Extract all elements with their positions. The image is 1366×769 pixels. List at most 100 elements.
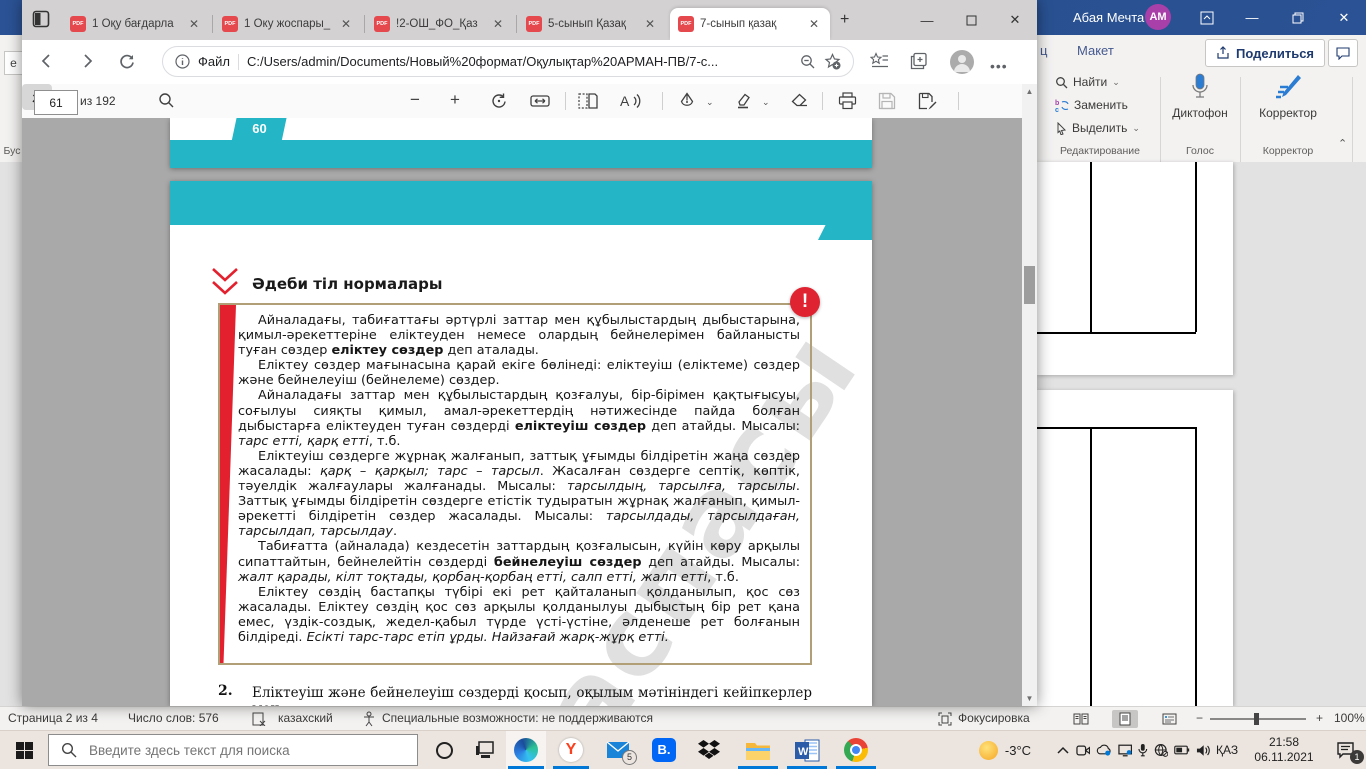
pdf-print-icon[interactable] [838, 92, 857, 110]
pdf-erase-icon[interactable] [790, 92, 809, 110]
language-indicator[interactable]: ҚАЗ [1216, 743, 1238, 757]
word-account-avatar[interactable]: АМ [1145, 4, 1171, 30]
chevron-down-icon[interactable]: ⌄ [706, 97, 714, 108]
cortana-button[interactable] [424, 731, 464, 769]
zoom-in-button[interactable]: + [1316, 711, 1323, 725]
zoom-slider-thumb[interactable] [1254, 713, 1259, 725]
word-editor-button[interactable]: Корректор [1252, 73, 1324, 120]
screen-share-icon[interactable] [1118, 744, 1132, 757]
status-zoom-level[interactable]: 100% [1334, 711, 1365, 725]
word-comments-button[interactable] [1328, 39, 1358, 67]
onedrive-icon[interactable] [1096, 744, 1112, 756]
status-word-count[interactable]: Число слов: 576 [128, 711, 219, 725]
tab-close-icon[interactable]: ✕ [806, 17, 822, 31]
collapse-ribbon-button[interactable]: ⌃ [1338, 137, 1347, 150]
edge-close-button[interactable]: ✕ [993, 0, 1037, 40]
status-page-count[interactable]: Страница 2 из 4 [8, 711, 98, 725]
tab-osh-fo-kaz[interactable]: PDF !2-ОШ_ФО_Қаз ✕ [366, 8, 514, 40]
tab-okyzhospary[interactable]: PDF 1 Оку жоспары_ ✕ [214, 8, 362, 40]
word-share-button[interactable]: Поделиться [1205, 39, 1326, 67]
refresh-icon[interactable] [118, 52, 136, 70]
word-close-button[interactable]: ✕ [1322, 0, 1366, 35]
forward-icon[interactable] [78, 52, 96, 70]
word-replace-button[interactable]: bc Заменить [1055, 98, 1128, 112]
pdf-page-input[interactable] [34, 90, 78, 115]
taskbar-yandex-button[interactable]: Y [551, 731, 591, 769]
word-restore-button[interactable] [1276, 0, 1320, 35]
collections-icon[interactable] [910, 52, 928, 70]
word-select-button[interactable]: Выделить ⌄ [1055, 121, 1140, 135]
taskbar-search-input[interactable] [87, 741, 391, 759]
scrollbar-thumb[interactable] [1024, 266, 1035, 304]
battery-icon[interactable] [1174, 745, 1190, 755]
edge-minimize-button[interactable]: — [905, 0, 949, 40]
tab-5-synyp[interactable]: PDF 5-сынып Қазақ ✕ [518, 8, 666, 40]
edge-maximize-button[interactable] [949, 0, 993, 40]
speaker-icon[interactable] [1196, 744, 1210, 757]
taskbar-vk-button[interactable]: B. [644, 731, 684, 769]
tab-7-synyp-active[interactable]: PDF 7-сынып қазақ ✕ [670, 8, 830, 40]
tab-close-icon[interactable]: ✕ [338, 17, 354, 31]
back-icon[interactable] [38, 52, 56, 70]
new-tab-button[interactable]: + [840, 12, 849, 28]
chevron-down-icon[interactable]: ⌄ [762, 97, 770, 108]
status-accessibility[interactable]: Специальные возможности: не поддерживают… [382, 711, 653, 725]
proofing-icon[interactable] [252, 712, 266, 726]
network-globe-icon[interactable] [1154, 743, 1169, 757]
pdf-content-area[interactable]: 60 ПВ баспасы Әдеби тіл нормалары Айнала… [22, 118, 1037, 706]
pdf-fit-width-icon[interactable] [530, 92, 550, 110]
action-center-button[interactable]: 1 [1326, 731, 1366, 769]
pdf-page-view-icon[interactable] [578, 92, 598, 110]
zoom-out-button[interactable]: − [1196, 711, 1203, 725]
word-minimize-button[interactable]: — [1230, 0, 1274, 35]
profile-avatar[interactable] [950, 50, 974, 74]
pdf-scrollbar[interactable]: ▲ ▼ [1022, 84, 1037, 706]
taskbar-mail-button[interactable]: 5 [596, 731, 640, 769]
status-focus[interactable]: Фокусировка [958, 711, 1030, 725]
word-ribbon-display-options-button[interactable] [1185, 0, 1229, 35]
scroll-down-icon[interactable]: ▼ [1022, 691, 1037, 706]
taskbar-word-button[interactable]: W [785, 731, 829, 769]
view-print-layout-button[interactable] [1112, 710, 1138, 728]
tab-close-icon[interactable]: ✕ [642, 17, 658, 31]
clock[interactable]: 21:58 06.11.2021 [1252, 735, 1316, 765]
zoom-slider[interactable] [1210, 713, 1306, 725]
taskbar-chrome-button[interactable] [834, 731, 878, 769]
settings-menu-icon[interactable]: ••• [990, 58, 1008, 74]
pdf-zoom-in-button[interactable]: + [450, 90, 460, 110]
word-find-button[interactable]: Найти ⌄ [1055, 75, 1120, 89]
scroll-up-icon[interactable]: ▲ [1022, 84, 1037, 99]
tray-expand-button[interactable] [1052, 731, 1074, 769]
microphone-tray-icon[interactable] [1138, 743, 1148, 757]
taskbar-weather[interactable]: -3°C [960, 731, 1050, 769]
vertical-tabs-button[interactable] [32, 10, 50, 28]
word-account-name[interactable]: Абая Мечта [1073, 0, 1144, 35]
favorites-bar-icon[interactable] [870, 52, 889, 70]
pdf-read-aloud-icon[interactable]: A [620, 92, 642, 110]
word-tab-fragment[interactable]: ц [1040, 43, 1047, 58]
view-read-mode-button[interactable] [1068, 710, 1094, 728]
pdf-draw-icon[interactable] [678, 92, 696, 110]
taskbar-explorer-button[interactable] [736, 731, 780, 769]
address-input[interactable]: Файл C:/Users/admin/Documents/Новый%20фо… [162, 46, 854, 77]
pdf-rotate-icon[interactable] [490, 92, 508, 110]
pdf-search-icon[interactable] [158, 92, 175, 109]
pdf-save-as-icon[interactable] [918, 92, 937, 110]
meet-now-icon[interactable] [1076, 744, 1091, 757]
tab-close-icon[interactable]: ✕ [186, 17, 202, 31]
tab-close-icon[interactable]: ✕ [490, 17, 506, 31]
taskbar-dropbox-button[interactable] [689, 731, 729, 769]
info-icon[interactable] [175, 54, 190, 69]
word-dictate-button[interactable]: Диктофон [1172, 73, 1228, 120]
task-view-button[interactable] [464, 731, 504, 769]
taskbar-search-box[interactable] [48, 734, 418, 766]
word-page-fragment[interactable] [1037, 390, 1233, 706]
tab-okybagdarla[interactable]: PDF 1 Оқу бағдарла ✕ [62, 8, 210, 40]
pdf-highlight-icon[interactable] [734, 92, 752, 110]
zoom-indicator-icon[interactable] [800, 54, 816, 70]
taskbar-edge-button[interactable] [506, 731, 546, 769]
status-language[interactable]: казахский [278, 711, 333, 725]
view-web-layout-button[interactable] [1156, 710, 1182, 728]
pdf-zoom-out-button[interactable]: − [410, 90, 420, 110]
start-button[interactable] [0, 731, 48, 769]
